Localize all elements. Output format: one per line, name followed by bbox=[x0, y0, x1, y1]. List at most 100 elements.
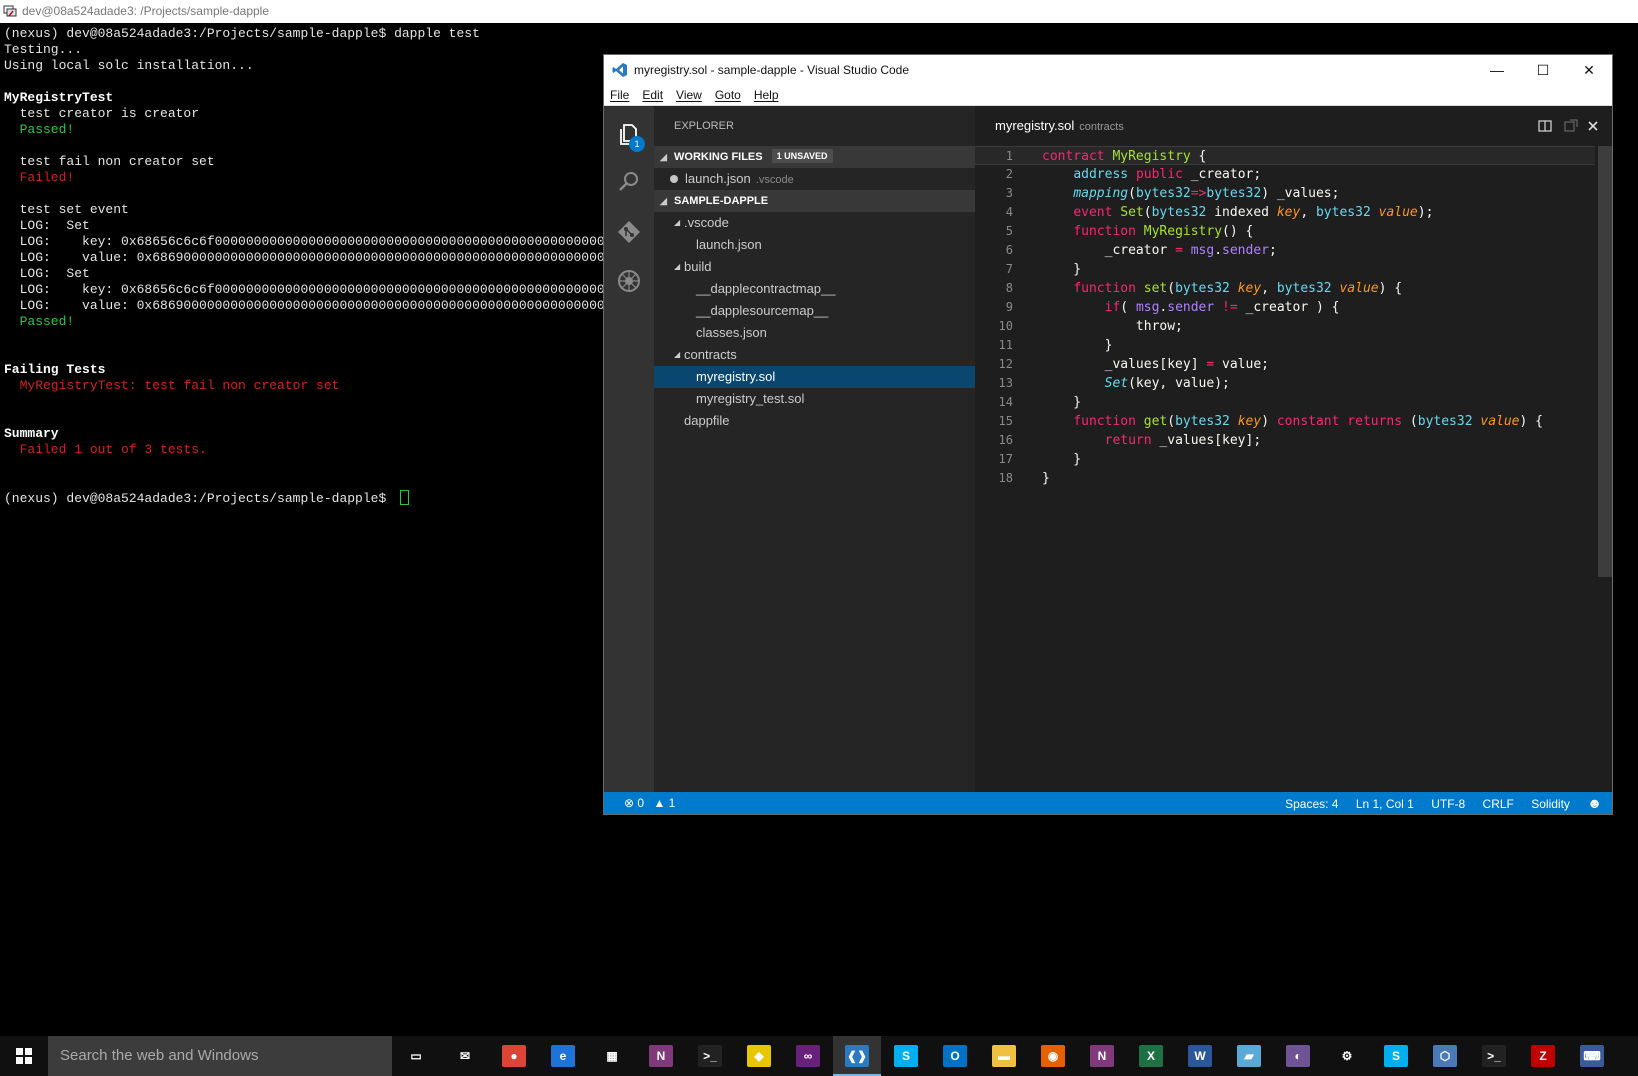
feedback-smiley-icon[interactable]: ☻ bbox=[1587, 795, 1602, 811]
taskbar-app-yammer[interactable]: ◆ bbox=[735, 1036, 783, 1076]
menu-file[interactable]: File bbox=[610, 88, 629, 102]
close-editor-icon[interactable] bbox=[1586, 119, 1600, 133]
windows-start-icon[interactable] bbox=[0, 1036, 48, 1076]
taskbar-app-notepad[interactable]: ▰ bbox=[1225, 1036, 1273, 1076]
terminal-title-bar[interactable]: dev@08a524adade3: /Projects/sample-dappl… bbox=[0, 0, 1638, 23]
taskbar-app-mail[interactable]: ✉ bbox=[441, 1036, 489, 1076]
encoding-status[interactable]: UTF-8 bbox=[1431, 797, 1465, 811]
terminal-line-text: LOG: value: 0x68690000000000000000000000… bbox=[4, 298, 652, 313]
vscode-window: myregistry.sol - sample-dapple - Visual … bbox=[603, 54, 1613, 815]
taskbar-app-cmd[interactable]: >_ bbox=[686, 1036, 734, 1076]
status-bar: ⊗ 0 ▲ 1 Spaces: 4 Ln 1, Col 1 UTF-8 CRLF… bbox=[604, 792, 1612, 814]
taskbar-app-onenote-2[interactable]: N bbox=[1078, 1036, 1126, 1076]
code-token: _creator ) { bbox=[1237, 300, 1340, 315]
vscode-title-bar[interactable]: myregistry.sol - sample-dapple - Visual … bbox=[604, 55, 1612, 85]
taskbar-app-edge[interactable]: e bbox=[539, 1036, 587, 1076]
code-area[interactable]: 1 contract MyRegistry {2 address public _… bbox=[975, 146, 1595, 792]
explorer-badge: 1 bbox=[629, 136, 645, 152]
folder-expanded-arrow-icon: ◢ bbox=[674, 218, 681, 227]
code-token: bytes32 bbox=[1206, 186, 1262, 201]
terminal-line-text: Passed! bbox=[4, 314, 75, 329]
file-tree: ◢ .vscode launch.json ◢ build __dapplecontrac… bbox=[654, 212, 975, 432]
folder-item[interactable]: ◢ build bbox=[654, 256, 975, 278]
code-token: function bbox=[1073, 224, 1136, 239]
menu-edit[interactable]: Edit bbox=[642, 88, 663, 102]
split-editor-icon[interactable] bbox=[1538, 119, 1552, 133]
code-token: value; bbox=[1214, 357, 1269, 372]
maximize-button[interactable]: ☐ bbox=[1520, 55, 1566, 85]
taskbar-app-word[interactable]: W bbox=[1176, 1036, 1224, 1076]
taskbar-app-onenote[interactable]: N bbox=[637, 1036, 685, 1076]
excel-icon: X bbox=[1139, 1045, 1163, 1067]
line-number: 18 bbox=[998, 471, 1013, 485]
close-button[interactable]: ✕ bbox=[1566, 55, 1612, 85]
error-icon: ⊗ bbox=[624, 796, 635, 810]
folder-expanded-arrow-icon: ◢ bbox=[674, 262, 681, 271]
minimize-button[interactable]: — bbox=[1474, 55, 1520, 85]
eol-status[interactable]: CRLF bbox=[1483, 797, 1514, 811]
file-name: classes.json bbox=[696, 325, 767, 340]
code-token: throw; bbox=[1042, 319, 1183, 334]
folder-name: build bbox=[684, 259, 712, 274]
file-item[interactable]: __dapplecontractmap__ bbox=[654, 278, 975, 300]
file-item[interactable]: launch.json bbox=[654, 234, 975, 256]
taskbar-app-excel[interactable]: X bbox=[1127, 1036, 1175, 1076]
line-number: 12 bbox=[998, 357, 1013, 371]
problems-indicator[interactable]: ⊗ 0 ▲ 1 bbox=[624, 792, 675, 814]
menu-view[interactable]: View bbox=[676, 88, 702, 102]
taskbar-app-chrome[interactable]: ● bbox=[490, 1036, 538, 1076]
taskbar-app-task-view[interactable]: ▭ bbox=[392, 1036, 440, 1076]
file-item[interactable]: __dapplesourcemap__ bbox=[654, 300, 975, 322]
file-item[interactable]: myregistry.sol bbox=[654, 366, 975, 388]
language-status[interactable]: Solidity bbox=[1531, 797, 1570, 811]
taskbar-app-vscode[interactable]: ❰❱ bbox=[833, 1036, 881, 1076]
taskbar-app-console[interactable]: >_ bbox=[1470, 1036, 1518, 1076]
taskbar-app-firefox[interactable]: ◉ bbox=[1029, 1036, 1077, 1076]
taskbar-app-outlook[interactable]: O bbox=[931, 1036, 979, 1076]
open-changes-icon[interactable] bbox=[1564, 119, 1578, 133]
cursor-position-status[interactable]: Ln 1, Col 1 bbox=[1356, 797, 1414, 811]
status-right: Spaces: 4 Ln 1, Col 1 UTF-8 CRLF Solidit… bbox=[1271, 792, 1602, 815]
editor-scrollbar[interactable] bbox=[1598, 146, 1612, 577]
terminal-line: (nexus) dev@08a524adade3:/Projects/sampl… bbox=[4, 26, 1638, 42]
vscode-title: myregistry.sol - sample-dapple - Visual … bbox=[634, 63, 910, 77]
taskbar-app-skype[interactable]: S bbox=[882, 1036, 930, 1076]
taskbar-app-filezilla[interactable]: Z bbox=[1519, 1036, 1567, 1076]
taskbar-search-box[interactable]: Search the web and Windows bbox=[48, 1036, 392, 1076]
code-token: msg bbox=[1135, 300, 1160, 315]
taskbar-app-skype-business[interactable]: S bbox=[1372, 1036, 1420, 1076]
menu-goto[interactable]: Goto bbox=[715, 88, 741, 102]
terminal-line-text: Failing Tests bbox=[4, 362, 106, 377]
working-file-item[interactable]: launch.json .vscode bbox=[654, 168, 975, 190]
folder-item[interactable]: ◢ contracts bbox=[654, 344, 975, 366]
file-item[interactable]: dappfile bbox=[654, 410, 975, 432]
taskbar-app-putty[interactable]: ⌨ bbox=[1568, 1036, 1616, 1076]
project-header[interactable]: ◢ SAMPLE-DAPPLE bbox=[654, 190, 975, 212]
debug-icon[interactable] bbox=[615, 267, 643, 295]
store-icon: ▦ bbox=[600, 1045, 624, 1067]
working-files-header[interactable]: ◢ WORKING FILES 1 UNSAVED bbox=[654, 146, 975, 168]
explorer-sidebar: EXPLORER ◢ WORKING FILES 1 UNSAVED launc… bbox=[654, 106, 975, 792]
indentation-status[interactable]: Spaces: 4 bbox=[1285, 797, 1338, 811]
git-icon[interactable] bbox=[615, 218, 643, 246]
code-token: address bbox=[1073, 167, 1129, 182]
taskbar-app-explorer[interactable]: ▬ bbox=[980, 1036, 1028, 1076]
taskbar-app-store[interactable]: ▦ bbox=[588, 1036, 636, 1076]
search-icon[interactable] bbox=[615, 168, 643, 196]
file-item[interactable]: classes.json bbox=[654, 322, 975, 344]
taskbar-app-visual-studio[interactable]: ∞ bbox=[784, 1036, 832, 1076]
folder-item[interactable]: ◢ .vscode bbox=[654, 212, 975, 234]
taskbar-app-settings[interactable]: ⚙ bbox=[1323, 1036, 1371, 1076]
terminal-line-text: Summary bbox=[4, 426, 59, 441]
menu-help[interactable]: Help bbox=[754, 88, 779, 102]
code-line: 3 mapping(bytes32=>bytes32) _values; bbox=[975, 184, 1595, 203]
file-item[interactable]: myregistry_test.sol bbox=[654, 388, 975, 410]
taskbar-app-github[interactable]: ◐ bbox=[1274, 1036, 1322, 1076]
line-number: 11 bbox=[998, 338, 1013, 352]
terminal-line-text: Failed 1 out of 3 tests. bbox=[4, 442, 207, 457]
taskbar-app-virtualbox[interactable]: ⬡ bbox=[1421, 1036, 1469, 1076]
terminal-line-text: LOG: Set bbox=[4, 266, 90, 281]
